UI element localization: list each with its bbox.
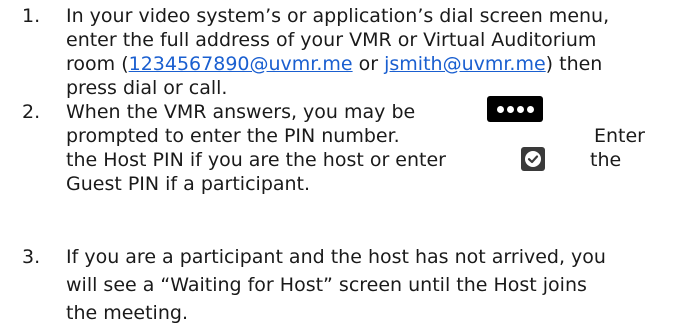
- step-text: the Host PIN if you are the host or ente…: [66, 149, 446, 171]
- pin-dot: [526, 105, 534, 113]
- vmr-number-address-link[interactable]: 1234567890@uvmr.me: [129, 53, 353, 75]
- checkmark-glyph: [525, 151, 541, 167]
- step-number: 1.: [22, 5, 41, 27]
- pin-keypad-icon: [487, 96, 543, 122]
- instruction-steps: 1. In your video system’s or application…: [0, 0, 680, 335]
- step-text-mid: or: [352, 53, 385, 75]
- step-text: In your video system’s or application’s …: [66, 5, 610, 27]
- pin-dot: [516, 105, 524, 113]
- step-text: the: [590, 149, 622, 171]
- step-number: 2.: [22, 101, 41, 123]
- pin-dot: [506, 105, 514, 113]
- checkmark-icon: [521, 147, 545, 171]
- step-text: Enter: [594, 125, 645, 147]
- step-text-suffix: ) then: [545, 53, 603, 75]
- step-text: enter the full address of your VMR or Vi…: [66, 29, 597, 51]
- step-text: When the VMR answers, you may be: [66, 101, 416, 123]
- step-text: room (1234567890@uvmr.me or jsmith@uvmr.…: [66, 52, 602, 76]
- pin-dot: [496, 105, 504, 113]
- step-text: Guest PIN if a participant.: [66, 173, 311, 195]
- step-text: If you are a participant and the host ha…: [66, 246, 606, 268]
- step-text: the meeting.: [66, 302, 188, 324]
- vmr-alias-address-link[interactable]: jsmith@uvmr.me: [384, 53, 546, 75]
- step-text-prefix: room (: [66, 53, 129, 75]
- step-text: prompted to enter the PIN number.: [66, 125, 400, 147]
- step-text: press dial or call.: [66, 77, 228, 99]
- step-text: will see a “Waiting for Host” screen unt…: [66, 274, 587, 296]
- step-number: 3.: [22, 246, 41, 268]
